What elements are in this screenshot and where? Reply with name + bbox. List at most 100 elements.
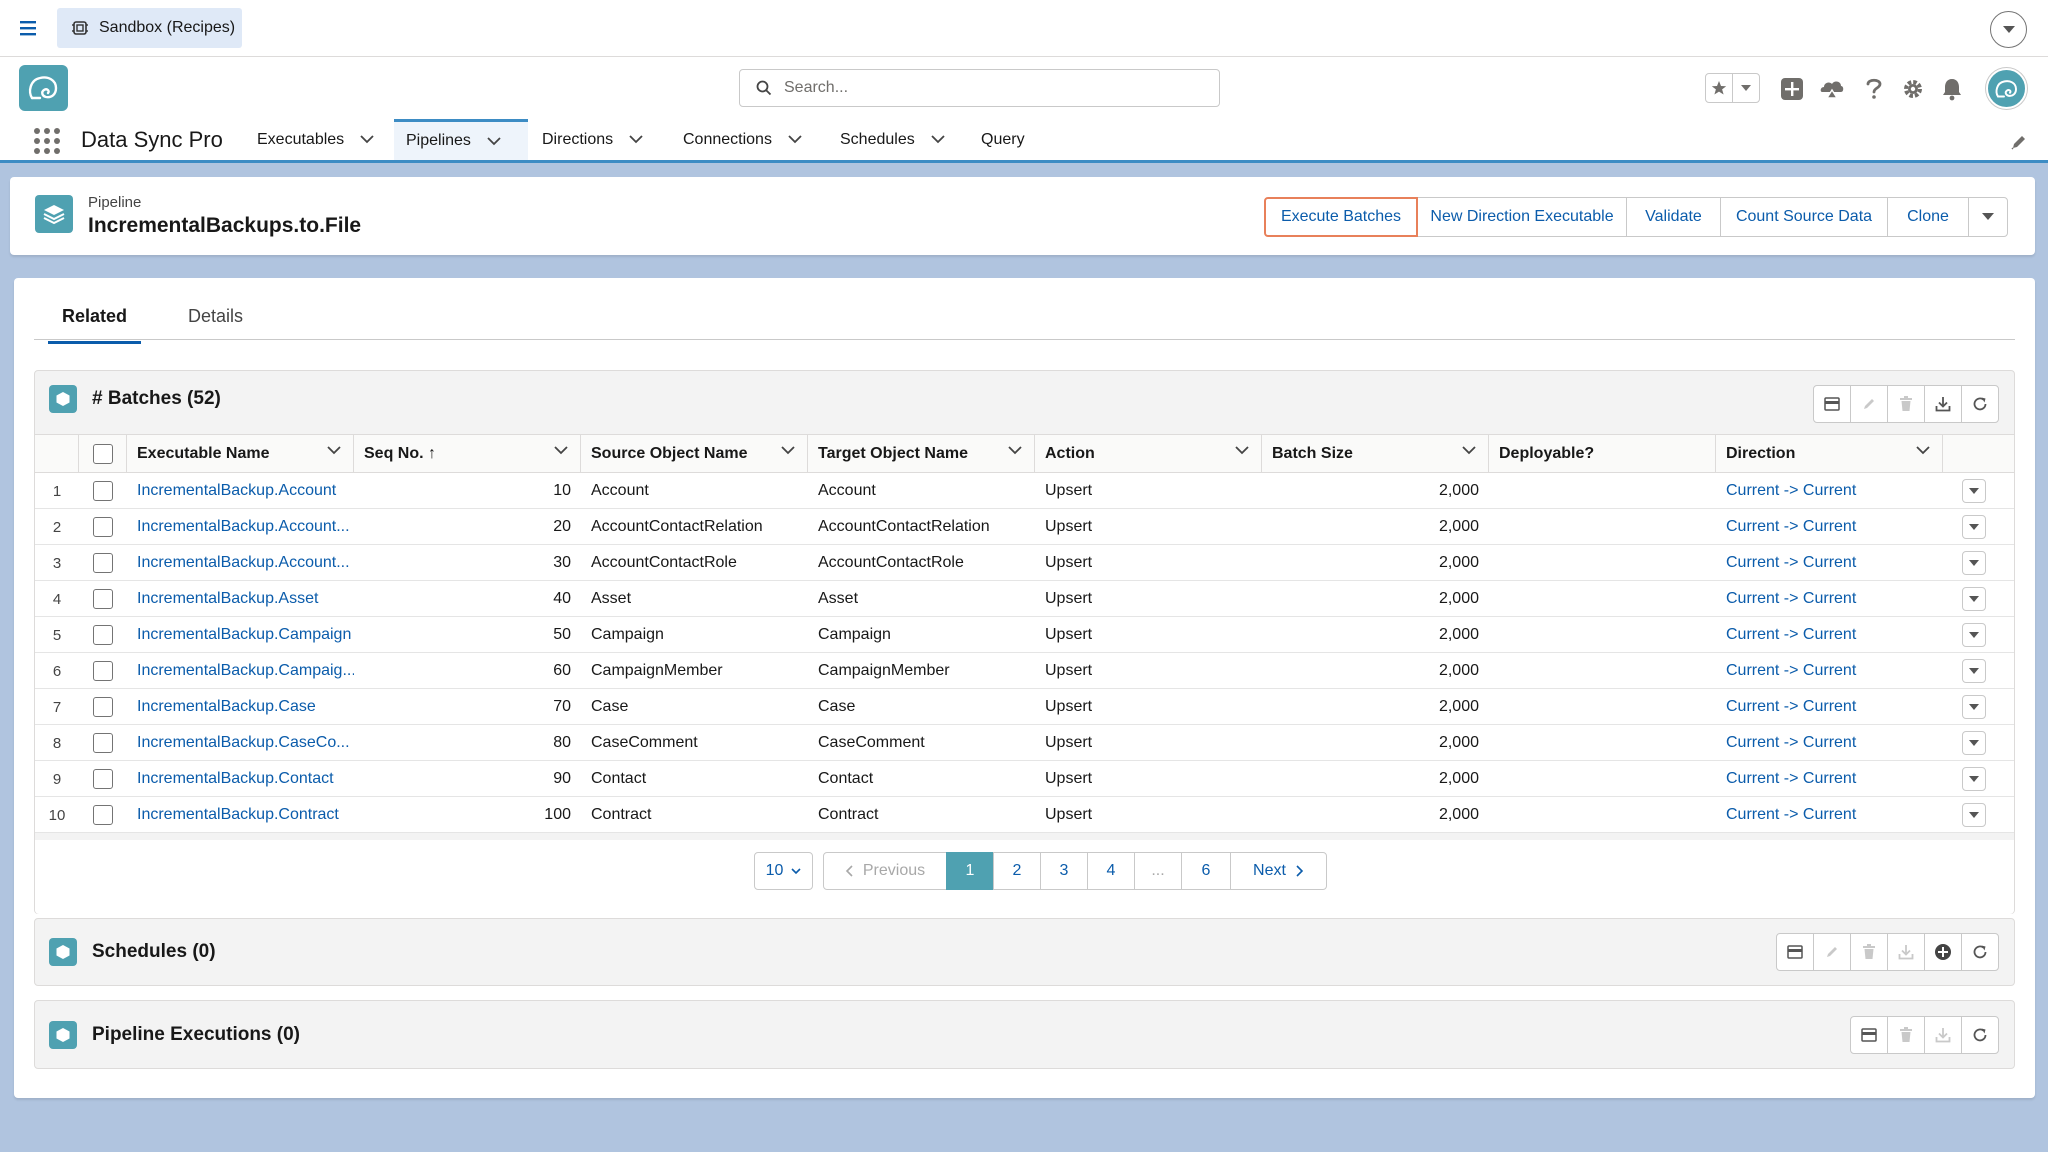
nav-item-query[interactable]: Query	[969, 119, 1037, 160]
row-checkbox[interactable]	[93, 481, 113, 501]
refresh-icon[interactable]	[1961, 385, 1999, 423]
page-button-3[interactable]: 3	[1040, 852, 1088, 890]
column-header-direction[interactable]: Direction	[1716, 435, 1943, 473]
next-page-button[interactable]: Next	[1230, 852, 1327, 890]
direction-link[interactable]: Current -> Current	[1716, 581, 1943, 617]
row-actions-button[interactable]	[1961, 803, 1986, 827]
executable-name-link[interactable]: IncrementalBackup.Account...	[127, 545, 354, 581]
table-row[interactable]: 8 IncrementalBackup.CaseCo... 80 CaseCommen…	[35, 725, 2014, 761]
direction-link[interactable]: Current -> Current	[1716, 653, 1943, 689]
table-row[interactable]: 6 IncrementalBackup.Campaig... 60 CampaignM…	[35, 653, 2014, 689]
chevron-down-icon[interactable]	[781, 446, 795, 455]
page-button-6[interactable]: 6	[1181, 852, 1231, 890]
refresh-icon[interactable]	[1961, 933, 1999, 971]
sandbox-indicator[interactable]: Sandbox (Recipes)	[57, 8, 242, 48]
select-all-checkbox[interactable]	[92, 444, 113, 464]
trailhead-icon[interactable]	[1818, 75, 1846, 103]
direction-link[interactable]: Current -> Current	[1716, 761, 1943, 797]
toggle-view-icon[interactable]	[1776, 933, 1814, 971]
chevron-down-icon[interactable]	[1235, 446, 1249, 455]
direction-link[interactable]: Current -> Current	[1716, 509, 1943, 545]
chevron-down-icon[interactable]	[487, 136, 501, 146]
column-header-target-object-name[interactable]: Target Object Name	[808, 435, 1035, 473]
column-header-batch-size[interactable]: Batch Size	[1262, 435, 1489, 473]
row-checkbox[interactable]	[93, 625, 113, 645]
chevron-down-icon[interactable]	[931, 135, 945, 144]
execute-batches-button[interactable]: Execute Batches	[1264, 197, 1418, 237]
table-row[interactable]: 3 IncrementalBackup.Account... 30 AccountCo…	[35, 545, 2014, 581]
column-header-executable-name[interactable]: Executable Name	[127, 435, 354, 473]
nav-item-executables[interactable]: Executables	[245, 119, 386, 160]
direction-link[interactable]: Current -> Current	[1716, 725, 1943, 761]
user-avatar[interactable]	[1986, 68, 2027, 109]
notification-bell-icon[interactable]	[1938, 75, 1966, 103]
row-checkbox[interactable]	[93, 733, 113, 753]
download-icon[interactable]	[1924, 1016, 1962, 1054]
delete-icon[interactable]	[1887, 1016, 1925, 1054]
direction-link[interactable]: Current -> Current	[1716, 473, 1943, 509]
download-icon[interactable]	[1924, 385, 1962, 423]
delete-icon[interactable]	[1887, 385, 1925, 423]
gear-icon[interactable]	[1899, 75, 1927, 103]
help-icon[interactable]	[1860, 75, 1888, 103]
row-actions-button[interactable]	[1961, 515, 1986, 539]
row-checkbox[interactable]	[93, 805, 113, 825]
validate-button[interactable]: Validate	[1626, 197, 1721, 237]
toggle-view-icon[interactable]	[1850, 1016, 1888, 1054]
row-actions-button[interactable]	[1961, 551, 1986, 575]
global-search[interactable]	[739, 69, 1220, 107]
direction-link[interactable]: Current -> Current	[1716, 545, 1943, 581]
executable-name-link[interactable]: IncrementalBackup.Campaign	[127, 617, 354, 653]
page-button-4[interactable]: 4	[1087, 852, 1135, 890]
executable-name-link[interactable]: IncrementalBackup.Campaig...	[127, 653, 354, 689]
column-header-source-object-name[interactable]: Source Object Name	[581, 435, 808, 473]
star-icon[interactable]	[1706, 74, 1734, 102]
table-row[interactable]: 4 IncrementalBackup.Asset 40 Asset Asset Upse…	[35, 581, 2014, 617]
count-source-data-button[interactable]: Count Source Data	[1720, 197, 1888, 237]
search-input[interactable]	[784, 79, 1184, 97]
download-icon[interactable]	[1887, 933, 1925, 971]
refresh-icon[interactable]	[1961, 1016, 1999, 1054]
table-row[interactable]: 10 IncrementalBackup.Contract 100 Contract C…	[35, 797, 2014, 833]
executable-name-link[interactable]: IncrementalBackup.CaseCo...	[127, 725, 354, 761]
tab-details[interactable]: Details	[174, 306, 257, 341]
chevron-down-icon[interactable]	[327, 446, 341, 455]
direction-link[interactable]: Current -> Current	[1716, 797, 1943, 833]
column-header-seq-no[interactable]: Seq No. ↑	[354, 435, 581, 473]
row-checkbox[interactable]	[93, 589, 113, 609]
row-actions-button[interactable]	[1961, 587, 1986, 611]
chevron-down-icon[interactable]	[1462, 446, 1476, 455]
row-checkbox[interactable]	[93, 769, 113, 789]
executable-name-link[interactable]: IncrementalBackup.Account...	[127, 509, 354, 545]
chevron-down-icon[interactable]	[788, 135, 802, 144]
nav-item-connections[interactable]: Connections	[671, 119, 814, 160]
table-row[interactable]: 2 IncrementalBackup.Account... 20 AccountCo…	[35, 509, 2014, 545]
column-header-deployable[interactable]: Deployable?	[1489, 435, 1716, 473]
chevron-down-icon[interactable]	[1916, 446, 1930, 455]
nav-item-pipelines[interactable]: Pipelines	[394, 119, 528, 160]
row-actions-button[interactable]	[1961, 479, 1986, 503]
executable-name-link[interactable]: IncrementalBackup.Contract	[127, 797, 354, 833]
previous-page-button[interactable]: Previous	[823, 852, 947, 890]
executable-name-link[interactable]: IncrementalBackup.Asset	[127, 581, 354, 617]
chevron-down-icon[interactable]	[1008, 446, 1022, 455]
more-actions-button[interactable]	[1968, 197, 2008, 237]
global-create-icon[interactable]	[1778, 75, 1806, 103]
direction-link[interactable]: Current -> Current	[1716, 617, 1943, 653]
executable-name-link[interactable]: IncrementalBackup.Contact	[127, 761, 354, 797]
favorites-dropdown-icon[interactable]	[1733, 74, 1759, 102]
page-size-select[interactable]: 10	[754, 852, 813, 890]
new-direction-executable-button[interactable]: New Direction Executable	[1417, 197, 1627, 237]
edit-nav-icon[interactable]	[2010, 133, 2028, 151]
app-launcher-icon[interactable]	[34, 128, 60, 154]
menu-icon[interactable]	[18, 18, 40, 38]
row-actions-button[interactable]	[1961, 659, 1986, 683]
row-checkbox[interactable]	[93, 661, 113, 681]
chevron-down-icon[interactable]	[629, 135, 643, 144]
clone-button[interactable]: Clone	[1887, 197, 1969, 237]
executable-name-link[interactable]: IncrementalBackup.Case	[127, 689, 354, 725]
row-actions-button[interactable]	[1961, 731, 1986, 755]
toggle-view-icon[interactable]	[1813, 385, 1851, 423]
row-actions-button[interactable]	[1961, 695, 1986, 719]
executable-name-link[interactable]: IncrementalBackup.Account	[127, 473, 354, 509]
